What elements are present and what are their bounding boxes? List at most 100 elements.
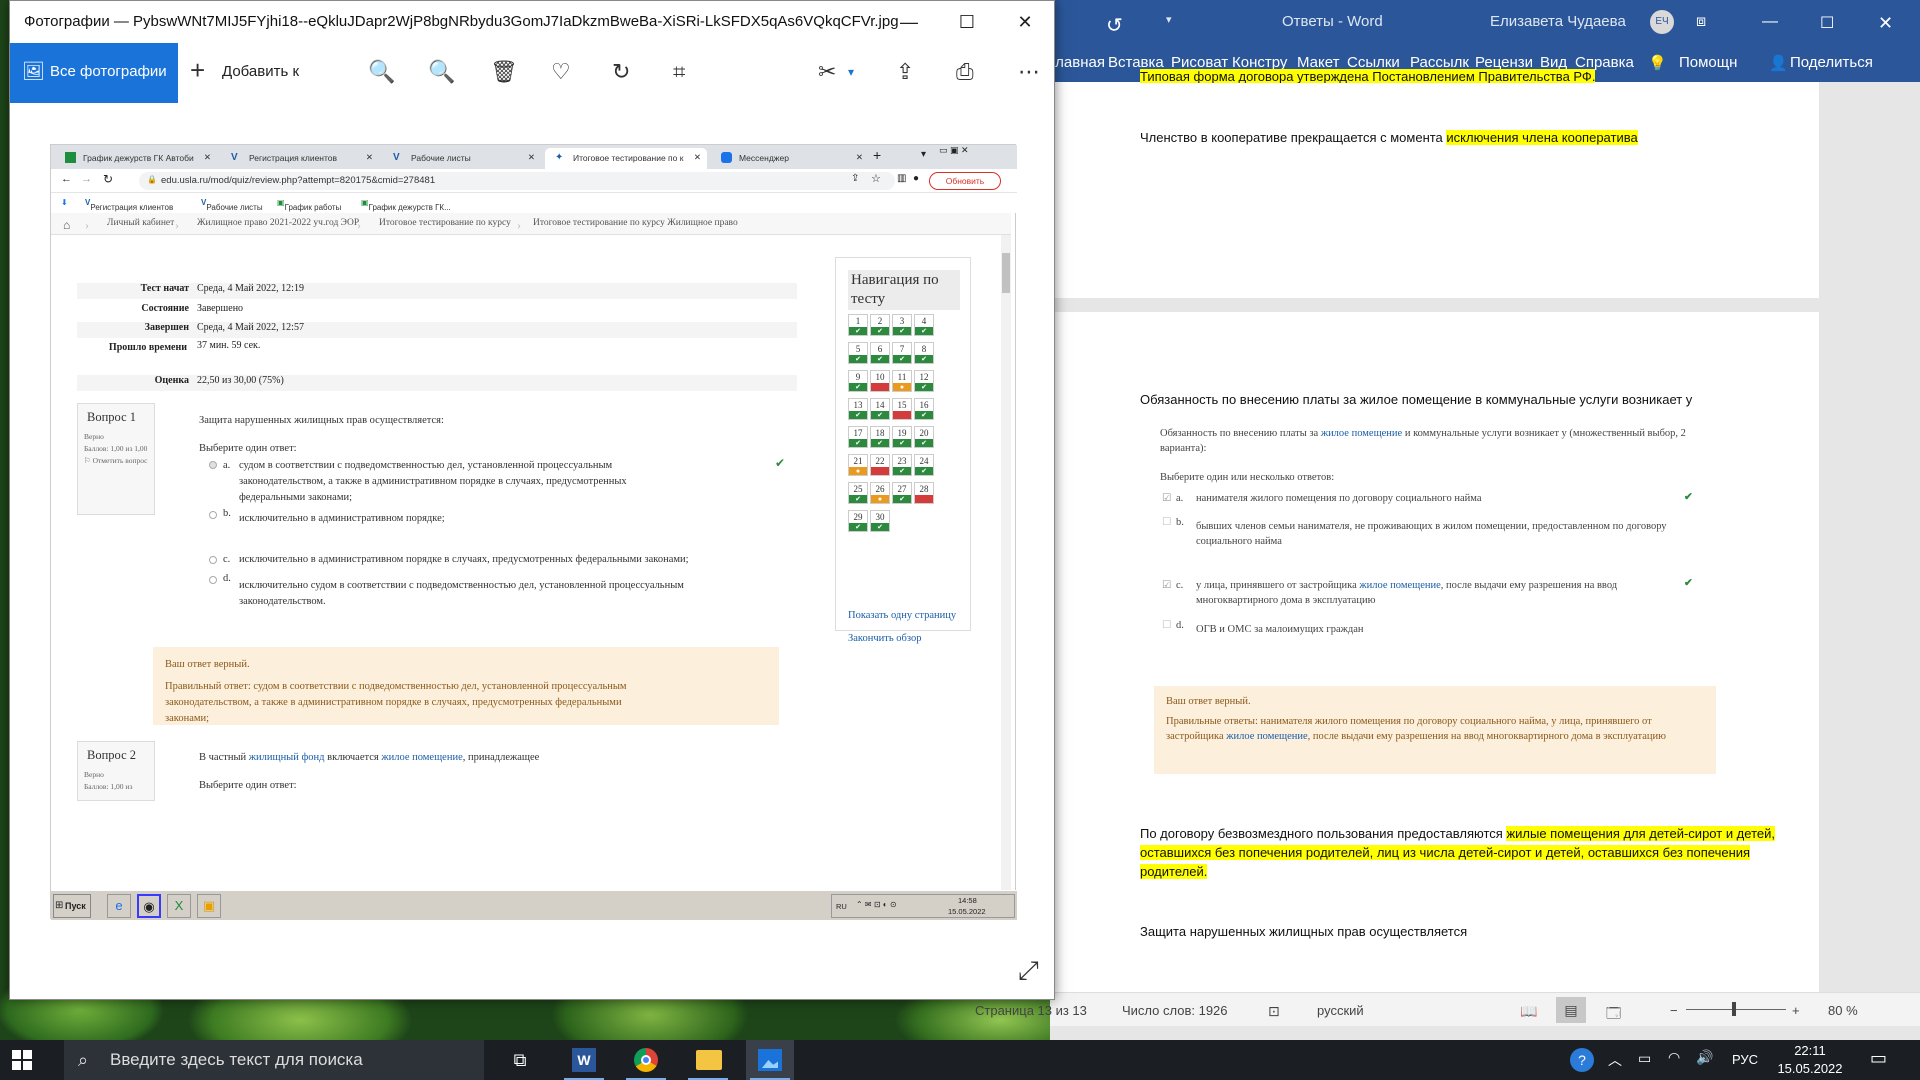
quiz-nav-button[interactable]: 30 ✔: [870, 510, 890, 532]
radio-option[interactable]: [209, 556, 217, 564]
zoom-out-icon[interactable]: −: [1670, 1003, 1678, 1018]
bookmark-item[interactable]: ▣ График дежурств ГК...: [361, 198, 451, 212]
photo-image[interactable]: График дежурств ГК Автоби ✕ V Регистрация …: [50, 144, 1017, 920]
all-photos-button[interactable]: 🖼 Все фотографии: [10, 43, 178, 103]
breadcrumb-item[interactable]: Итоговое тестирование по курсу: [379, 218, 511, 228]
quiz-nav-button[interactable]: 7 ✔: [892, 342, 912, 364]
help-icon[interactable]: ?: [1570, 1048, 1594, 1072]
more-options-icon[interactable]: ⋯: [1018, 59, 1040, 85]
language-indicator[interactable]: русский: [1317, 1003, 1364, 1018]
radio-option[interactable]: [209, 576, 217, 584]
zoom-level[interactable]: 80 %: [1828, 1003, 1858, 1018]
reload-icon[interactable]: ↻: [103, 172, 113, 186]
chevron-up-icon[interactable]: ︿: [1608, 1050, 1622, 1070]
show-one-page-link[interactable]: Показать одну страницу: [848, 610, 956, 621]
zoom-out-icon[interactable]: 🔍: [428, 59, 455, 85]
breadcrumb-item[interactable]: Итоговое тестирование по курсу Жилищное …: [533, 218, 738, 228]
quiz-nav-button[interactable]: 16 ✔: [914, 398, 934, 420]
web-layout-icon[interactable]: 🗔: [1606, 1003, 1621, 1027]
quiz-nav-button[interactable]: 13 ✔: [848, 398, 868, 420]
app-icon[interactable]: ▣: [197, 894, 221, 918]
crop-icon[interactable]: ⌗: [673, 59, 685, 85]
minimize-button[interactable]: —: [880, 1, 938, 43]
quick-access-dropdown-icon[interactable]: ▾: [1166, 13, 1172, 26]
quiz-nav-button[interactable]: 18 ✔: [870, 426, 890, 448]
tab-home[interactable]: главная: [1050, 54, 1105, 71]
task-view-icon[interactable]: ⧉: [496, 1040, 544, 1080]
quiz-nav-button[interactable]: 10: [870, 370, 890, 392]
glossary-link[interactable]: жилищный фонд: [249, 752, 325, 763]
breadcrumb-item[interactable]: Жилищное право 2021-2022 уч.год ЭОР: [197, 218, 359, 228]
favorite-heart-icon[interactable]: ♡: [551, 59, 571, 85]
add-icon[interactable]: +: [190, 55, 205, 86]
radio-selected[interactable]: [209, 461, 217, 469]
zoom-in-icon[interactable]: +: [1792, 1003, 1800, 1018]
browser-tab-active[interactable]: ✦ Итоговое тестирование по к ✕: [545, 148, 707, 169]
quiz-nav-button[interactable]: 2 ✔: [870, 314, 890, 336]
lang-indicator[interactable]: RU: [836, 902, 847, 911]
quiz-nav-button[interactable]: 15: [892, 398, 912, 420]
back-icon[interactable]: ←: [61, 173, 72, 185]
quiz-nav-button[interactable]: 11 ●: [892, 370, 912, 392]
chevron-down-icon[interactable]: ▾: [848, 65, 854, 79]
profile-icon[interactable]: ●: [913, 173, 919, 184]
quiz-nav-button[interactable]: 12 ✔: [914, 370, 934, 392]
glossary-link[interactable]: жилое помещение: [381, 752, 462, 763]
radio-option[interactable]: [209, 511, 217, 519]
page-count[interactable]: Страница 13 из 13: [975, 1003, 1087, 1018]
notifications-icon[interactable]: ▭: [1870, 1048, 1887, 1069]
print-layout-icon[interactable]: ▤: [1556, 997, 1586, 1023]
home-icon[interactable]: ⌂: [63, 218, 70, 233]
autosave-icon[interactable]: ↺: [1106, 13, 1123, 38]
finish-review-link[interactable]: Закончить обзор: [848, 633, 921, 644]
word-count[interactable]: Число слов: 1926: [1122, 1003, 1228, 1018]
wifi-icon[interactable]: ◠: [1668, 1049, 1680, 1066]
update-button[interactable]: Обновить: [929, 172, 1001, 190]
expand-icon[interactable]: ⤢: [1018, 955, 1039, 987]
word-taskbar-icon[interactable]: W: [560, 1040, 608, 1080]
zoom-slider[interactable]: [1686, 1009, 1786, 1010]
scrollbar[interactable]: [1001, 235, 1011, 891]
delete-icon[interactable]: 🗑: [490, 59, 518, 85]
proofing-icon[interactable]: ⊡: [1268, 1003, 1280, 1020]
bookmark-item[interactable]: V Рабочие листы: [201, 198, 263, 212]
rotate-icon[interactable]: ↻: [612, 59, 630, 85]
battery-icon[interactable]: ▭: [1638, 1050, 1651, 1067]
breadcrumb-item[interactable]: Личный кабинет: [107, 218, 174, 228]
chrome-taskbar-icon[interactable]: [622, 1040, 670, 1080]
edit-enhance-icon[interactable]: ✂: [818, 59, 836, 85]
close-button[interactable]: ✕: [996, 1, 1054, 43]
taskbar-clock[interactable]: 22:11 15.05.2022: [1770, 1042, 1850, 1078]
quiz-nav-button[interactable]: 3 ✔: [892, 314, 912, 336]
tray-icons[interactable]: ⌃ ✉ ⊡ ◐ ⊙: [856, 900, 897, 909]
bookmark-star-icon[interactable]: ☆: [871, 172, 881, 185]
new-tab-icon[interactable]: +: [873, 147, 881, 163]
word-page[interactable]: Обязанность по внесению платы за жилое п…: [1050, 312, 1819, 1002]
quiz-nav-button[interactable]: 4 ✔: [914, 314, 934, 336]
browser-tab[interactable]: V Рабочие листы ✕: [383, 148, 541, 169]
quiz-nav-button[interactable]: 29 ✔: [848, 510, 868, 532]
avatar[interactable]: ЕЧ: [1650, 10, 1674, 34]
quiz-nav-button[interactable]: 14 ✔: [870, 398, 890, 420]
taskbar-search-input[interactable]: ⌕ Введите здесь текст для поиска: [64, 1040, 484, 1080]
quiz-nav-button[interactable]: 23 ✔: [892, 454, 912, 476]
quiz-nav-button[interactable]: 9 ✔: [848, 370, 868, 392]
quiz-nav-button[interactable]: 28: [914, 482, 934, 504]
zoom-in-icon[interactable]: 🔍: [368, 59, 395, 85]
window-controls-icon[interactable]: ▭ ▣ ✕: [939, 145, 969, 156]
share-icon[interactable]: ⇪: [896, 59, 914, 85]
photos-taskbar-icon[interactable]: [746, 1040, 794, 1080]
windows-start-icon[interactable]: [12, 1050, 32, 1070]
ribbon-display-options-icon[interactable]: ⧈: [1696, 13, 1706, 31]
quiz-nav-button[interactable]: 25 ✔: [848, 482, 868, 504]
browser-tab[interactable]: Мессенджер ✕: [711, 148, 869, 169]
add-to-button[interactable]: Добавить к: [222, 63, 299, 80]
quiz-nav-button[interactable]: 26 ●: [870, 482, 890, 504]
close-icon[interactable]: ✕: [1878, 13, 1893, 34]
word-page[interactable]: Типовая форма договора утверждена Постан…: [1050, 69, 1819, 298]
tab-search-icon[interactable]: ▾: [921, 149, 926, 160]
share-button[interactable]: Поделиться: [1790, 54, 1873, 71]
bookmark-item[interactable]: V Регистрация клиентов: [85, 198, 173, 212]
bookmark-item[interactable]: ▣ График работы: [277, 198, 341, 212]
browser-tab[interactable]: График дежурств ГК Автоби ✕: [55, 148, 217, 169]
